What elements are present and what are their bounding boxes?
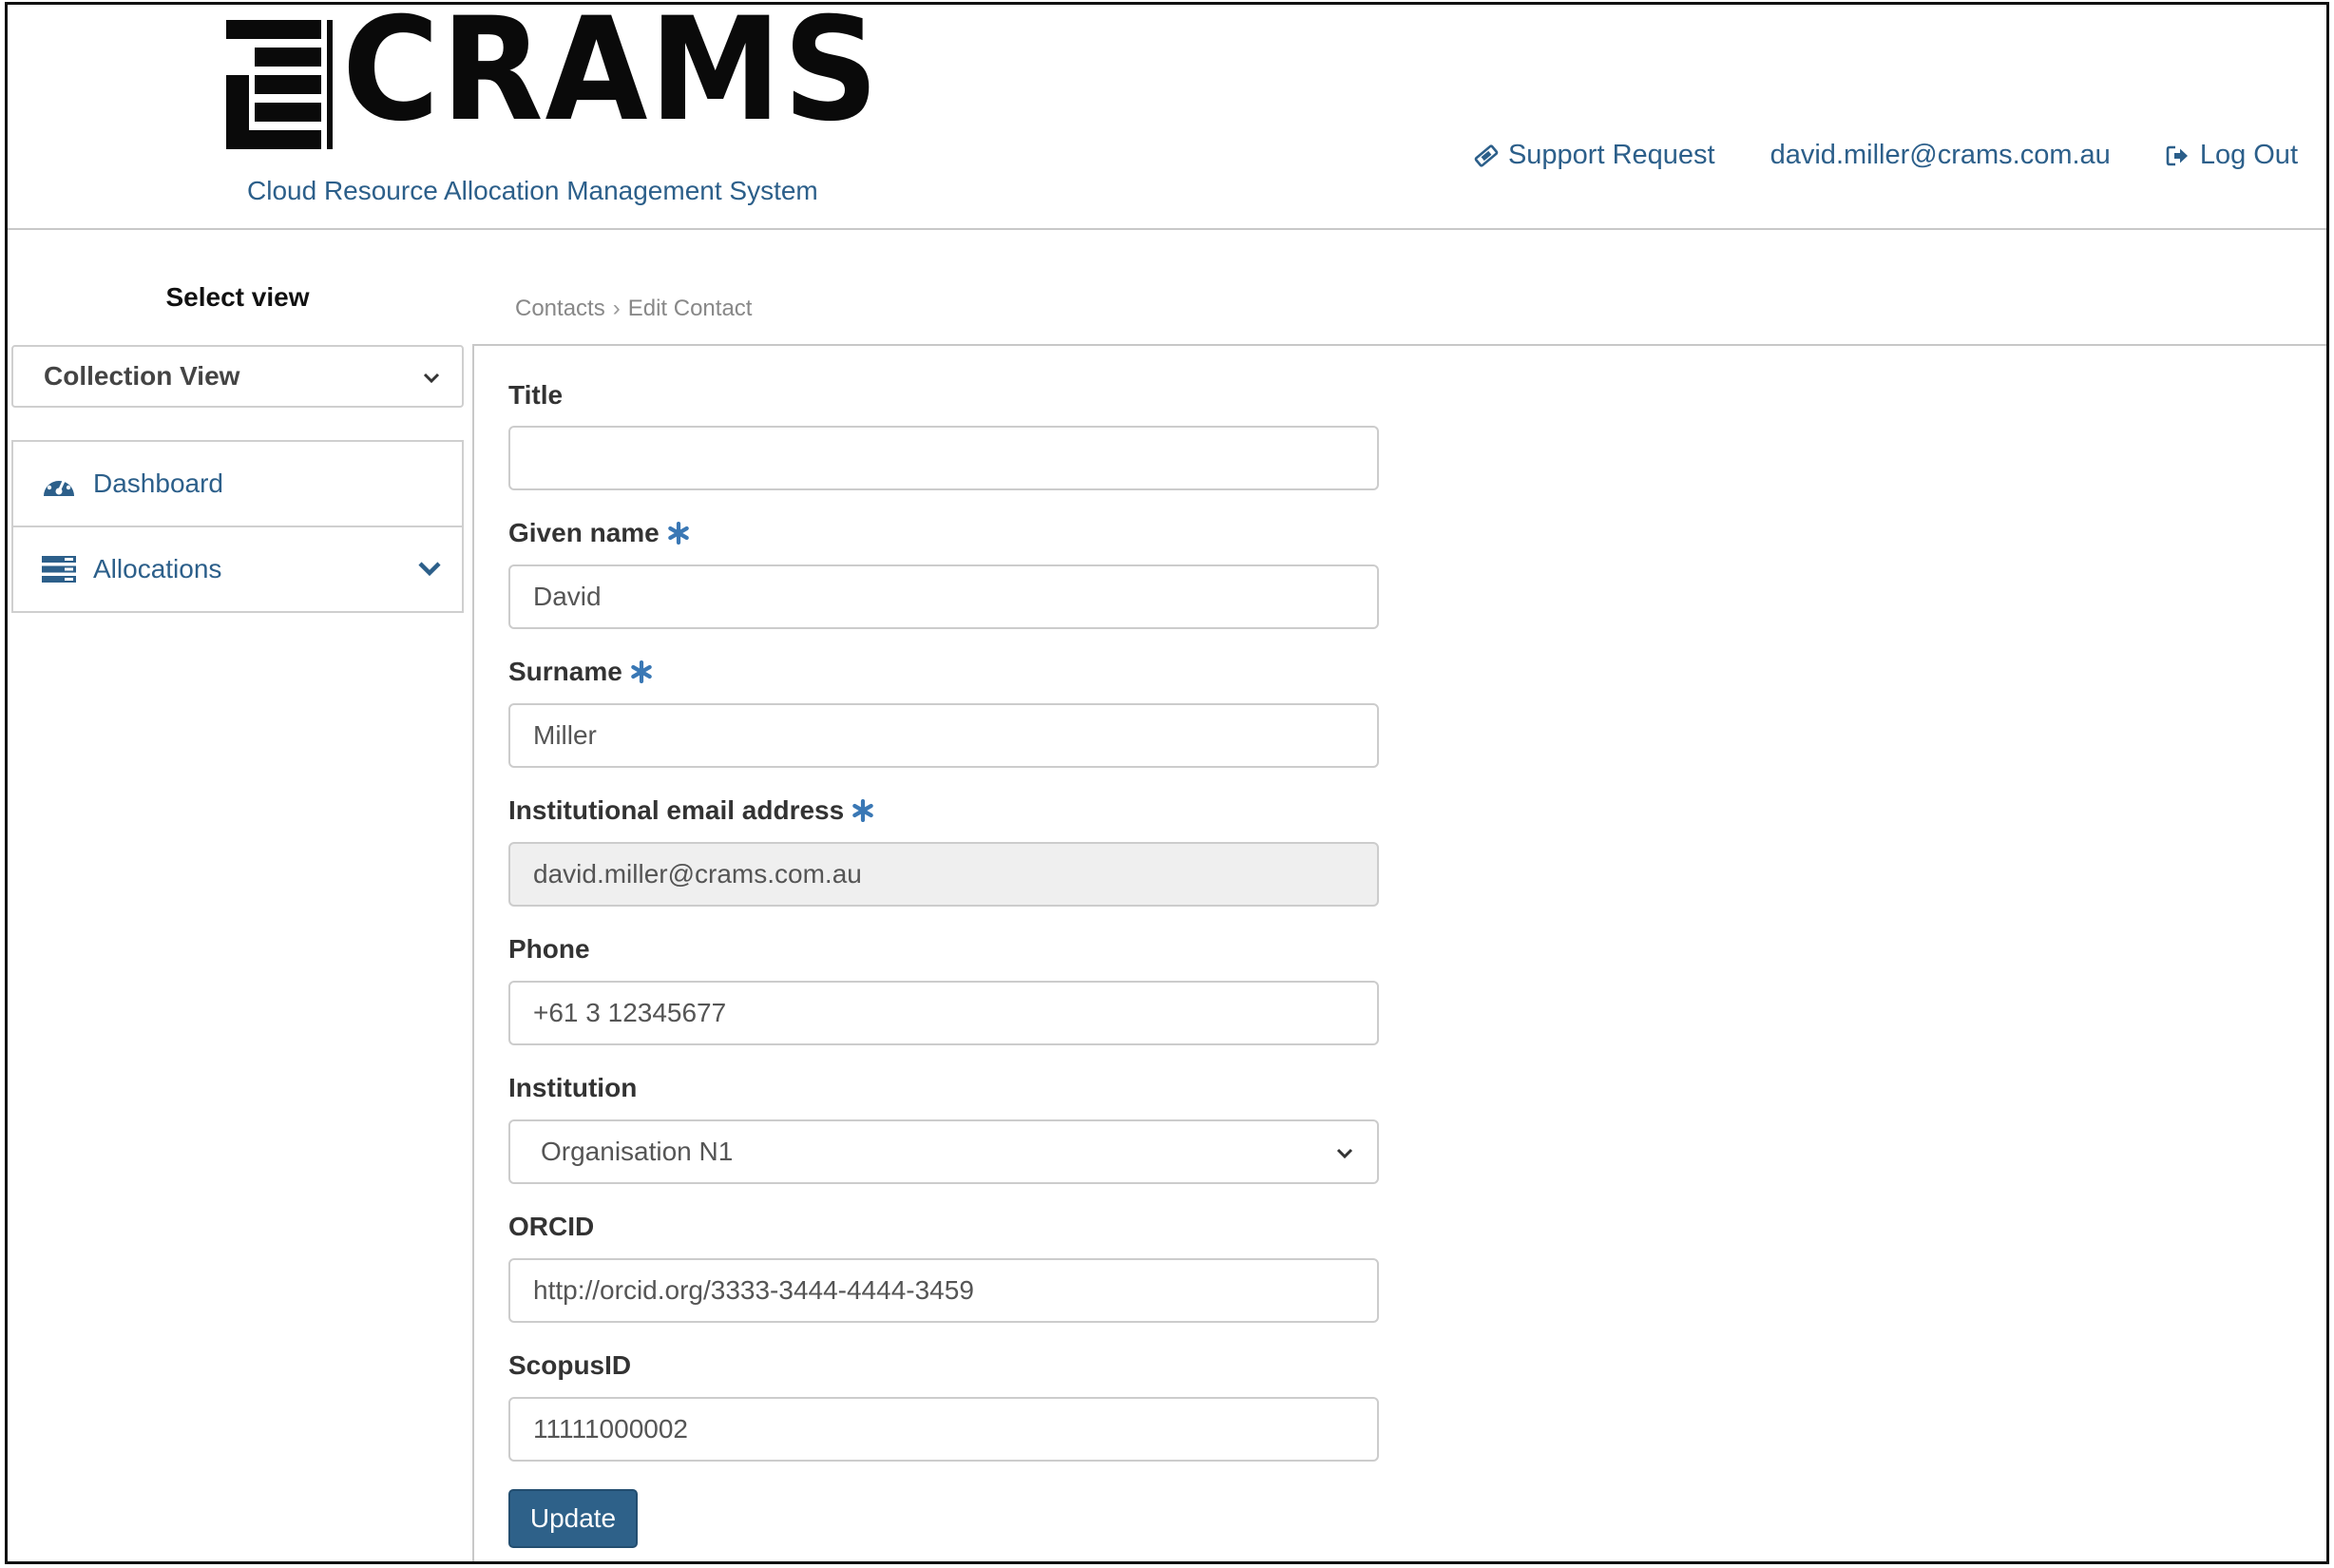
email-field: david.miller@crams.com.au (508, 842, 1379, 907)
institution-value: Organisation N1 (541, 1137, 734, 1166)
logo-mark-icon (226, 20, 333, 149)
breadcrumb-separator: › (612, 296, 621, 321)
allocations-icon (40, 555, 78, 583)
scopus-value: 11111000002 (533, 1414, 688, 1444)
given-name-label: Given name (508, 518, 690, 548)
orcid-input[interactable]: http://orcid.org/3333-3444-4444-3459 (508, 1258, 1379, 1323)
breadcrumb-edit-contact: Edit Contact (627, 296, 753, 321)
breadcrumb: Contacts › Edit Contact (515, 296, 752, 322)
select-view-label: Select view (165, 282, 310, 312)
institution-label-text: Institution (508, 1073, 638, 1102)
log-out-label: Log Out (2199, 140, 2298, 170)
surname-value: Miller (533, 720, 597, 750)
sign-out-icon (2166, 144, 2191, 167)
logo-text: CRAMS (342, 2, 881, 153)
user-email-link[interactable]: david.miller@crams.com.au (1770, 140, 2111, 171)
top-links: Support Request david.miller@crams.com.a… (1419, 140, 2298, 171)
required-asterisk-icon (667, 522, 690, 545)
user-email-label: david.miller@crams.com.au (1770, 140, 2111, 170)
view-select[interactable]: Collection View (11, 345, 464, 408)
institution-select[interactable]: Organisation N1 (508, 1119, 1379, 1184)
support-request-label: Support Request (1507, 140, 1715, 170)
phone-label-text: Phone (508, 934, 590, 964)
header: CRAMS Cloud Resource Allocation Manageme… (8, 5, 2326, 230)
title-input[interactable] (508, 426, 1379, 490)
orcid-value: http://orcid.org/3333-3444-4444-3459 (533, 1275, 974, 1305)
scopus-label: ScopusID (508, 1350, 631, 1381)
update-button[interactable]: Update (508, 1489, 638, 1548)
email-label: Institutional email address (508, 795, 874, 826)
chevron-down-icon[interactable] (416, 554, 443, 584)
surname-input[interactable]: Miller (508, 703, 1379, 768)
breadcrumb-contacts[interactable]: Contacts (515, 296, 605, 322)
ticket-icon (1474, 143, 1499, 168)
chevron-down-icon (422, 361, 441, 392)
given-name-value: David (533, 582, 602, 611)
required-asterisk-icon (851, 799, 874, 822)
chevron-down-icon (1335, 1137, 1354, 1167)
support-request-link[interactable]: Support Request (1474, 140, 1715, 171)
surname-label: Surname (508, 657, 653, 687)
tagline: Cloud Resource Allocation Management Sys… (247, 176, 818, 205)
orcid-label-text: ORCID (508, 1212, 595, 1241)
orcid-label: ORCID (508, 1212, 594, 1242)
surname-label-text: Surname (508, 657, 622, 686)
title-label: Title (508, 380, 563, 411)
required-asterisk-icon (630, 660, 653, 683)
edit-contact-form: Title Given name David Surname Miller In… (472, 344, 2326, 1561)
given-name-label-text: Given name (508, 518, 660, 547)
email-value: david.miller@crams.com.au (533, 859, 862, 889)
given-name-input[interactable]: David (508, 564, 1379, 629)
institution-label: Institution (508, 1073, 637, 1103)
phone-value: +61 3 12345677 (533, 998, 727, 1027)
app-window: CRAMS Cloud Resource Allocation Manageme… (5, 2, 2329, 1564)
title-label-text: Title (508, 380, 564, 410)
email-label-text: Institutional email address (508, 795, 845, 825)
sidebar-item-allocations[interactable]: Allocations (11, 526, 464, 613)
sidebar-item-dashboard[interactable]: Dashboard (11, 440, 464, 527)
crams-logo[interactable]: CRAMS (226, 5, 878, 153)
phone-input[interactable]: +61 3 12345677 (508, 981, 1379, 1045)
log-out-link[interactable]: Log Out (2166, 140, 2298, 171)
sidebar-item-label: Dashboard (93, 468, 223, 498)
view-select-value: Collection View (44, 361, 240, 391)
scopus-label-text: ScopusID (508, 1350, 632, 1380)
dashboard-icon (40, 468, 78, 499)
scopus-input[interactable]: 11111000002 (508, 1397, 1379, 1462)
phone-label: Phone (508, 934, 590, 965)
sidebar-item-label: Allocations (93, 554, 222, 583)
